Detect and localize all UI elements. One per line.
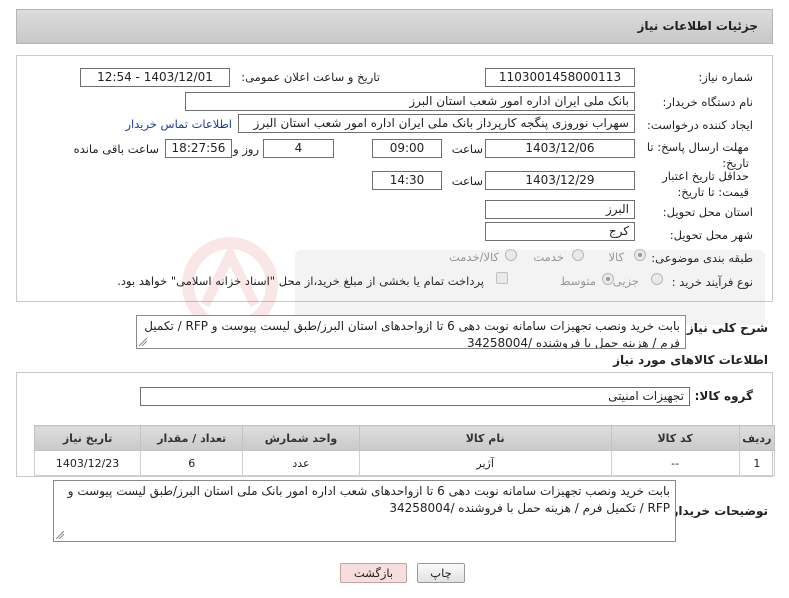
days-label: روز و: [233, 142, 259, 156]
category-service-label: خدمت: [533, 250, 564, 264]
cell-row: 1: [738, 450, 776, 476]
summary-line-1: بابت خرید ونصب تجهیزات سامانه نوبت دهی 6…: [144, 319, 680, 333]
back-button[interactable]: بازگشت: [340, 563, 407, 583]
goods-table-header: ردیف کد کالا نام کالا واحد شمارش تعداد /…: [33, 425, 776, 451]
announce-field[interactable]: 1403/12/01 - 12:54: [80, 68, 230, 87]
city-field[interactable]: کرج: [485, 222, 635, 241]
buyer-notes-line-2: RFP / تکمیل فرم / هزینه حمل با فروشنده /…: [389, 501, 670, 515]
goods-table: ردیف کد کالا نام کالا واحد شمارش تعداد /…: [33, 425, 776, 476]
process-minor-radio[interactable]: [651, 273, 663, 285]
category-goods-radio[interactable]: [634, 249, 646, 261]
days-field[interactable]: 4: [263, 139, 334, 158]
price-date-field[interactable]: 1403/12/29: [485, 171, 635, 190]
goods-group-field[interactable]: تجهیزات امنیتی: [140, 387, 690, 406]
buyer-notes-textarea[interactable]: بابت خرید ونصب تجهیزات سامانه نوبت دهی 6…: [53, 480, 676, 542]
price-time-label: ساعت: [451, 174, 483, 188]
need-number-field[interactable]: 1103001458000113: [485, 68, 635, 87]
city-label: شهر محل تحویل:: [669, 228, 753, 242]
goods-group-label: گروه کالا:: [694, 389, 753, 403]
col-unit: واحد شمارش: [242, 425, 360, 451]
announce-label: تاریخ و ساعت اعلان عمومی:: [241, 70, 380, 84]
buyer-contact-link[interactable]: اطلاعات تماس خریدار: [125, 117, 232, 131]
buyer-org-field[interactable]: بانک ملی ایران اداره امور شعب استان البر…: [185, 92, 635, 111]
col-name: نام کالا: [358, 425, 612, 451]
price-time-field[interactable]: 14:30: [372, 171, 442, 190]
reply-date-field[interactable]: 1403/12/06: [485, 139, 635, 158]
province-field[interactable]: البرز: [485, 200, 635, 219]
cell-unit: عدد: [242, 450, 360, 476]
category-label: طبقه بندی موضوعی:: [651, 251, 753, 265]
col-date: تاریخ نیاز: [33, 425, 142, 451]
price-validity-label: حداقل تاریخ اعتبار قیمت: تا تاریخ:: [662, 169, 749, 199]
treasury-payment-checkbox[interactable]: [496, 272, 508, 284]
table-row[interactable]: 1 -- آژیر عدد 6 1403/12/23: [33, 450, 776, 476]
col-code: کد کالا: [610, 425, 740, 451]
treasury-payment-note: پرداخت تمام یا بخشی از مبلغ خرید،از محل …: [117, 274, 484, 288]
page-title: جزئیات اطلاعات نیاز: [637, 19, 758, 33]
process-minor-label: جزیی: [612, 274, 639, 288]
buyer-notes-label: توضیحات خریدار:: [666, 504, 768, 518]
reply-time-field[interactable]: 09:00: [372, 139, 442, 158]
summary-line-2: فرم / هزینه حمل با فروشنده /34258004: [466, 336, 680, 349]
summary-label: شرح کلی نیاز:: [682, 321, 768, 335]
cell-date: 1403/12/23: [33, 450, 142, 476]
remaining-label: ساعت باقی مانده: [73, 142, 159, 156]
buyer-notes-line-1: بابت خرید ونصب تجهیزات سامانه نوبت دهی 6…: [67, 484, 670, 498]
reply-time-label: ساعت: [451, 142, 483, 156]
resize-grip-icon[interactable]: [139, 338, 147, 346]
province-label: استان محل تحویل:: [662, 205, 753, 219]
process-label: نوع فرآیند خرید :: [671, 275, 753, 289]
category-service-radio[interactable]: [572, 249, 584, 261]
category-goods-service-radio[interactable]: [505, 249, 517, 261]
cell-qty: 6: [140, 450, 244, 476]
cell-name: آژیر: [358, 450, 612, 476]
creator-label: ایجاد کننده درخواست:: [647, 118, 753, 132]
category-goods-label: کالا: [608, 250, 624, 264]
col-row: ردیف: [738, 425, 776, 451]
process-medium-radio[interactable]: [602, 273, 614, 285]
category-goods-service-label: کالا/خدمت: [448, 250, 499, 264]
summary-textarea[interactable]: بابت خرید ونصب تجهیزات سامانه نوبت دهی 6…: [136, 315, 686, 349]
reply-deadline-label: مهلت ارسال پاسخ: تا تاریخ:: [646, 140, 749, 170]
col-qty: تعداد / مقدار: [140, 425, 244, 451]
creator-field[interactable]: سهراب نوروزی پنگجه کارپرداز بانک ملی ایر…: [238, 114, 635, 133]
remaining-time-field[interactable]: 18:27:56: [165, 139, 232, 158]
cell-code: --: [610, 450, 740, 476]
page-header: جزئیات اطلاعات نیاز: [16, 9, 773, 44]
print-button[interactable]: چاپ: [417, 563, 465, 583]
buyer-org-label: نام دستگاه خریدار:: [662, 95, 753, 109]
need-number-label: شماره نیاز:: [698, 70, 753, 84]
resize-grip-icon[interactable]: [56, 531, 64, 539]
goods-section-title: اطلاعات کالاهای مورد نیاز: [613, 353, 768, 367]
process-medium-label: متوسط: [559, 274, 596, 288]
